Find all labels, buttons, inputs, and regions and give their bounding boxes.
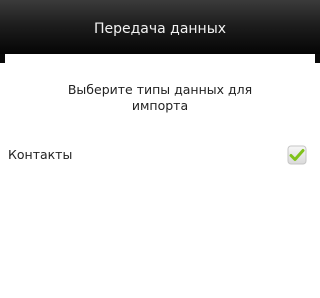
- title-bar: Передача данных: [0, 0, 320, 54]
- option-label-contacts: Контакты: [8, 147, 73, 162]
- corner-shade-right: [315, 54, 320, 63]
- option-row-contacts[interactable]: Контакты: [0, 137, 320, 173]
- import-prompt: Выберите типы данных для импорта: [67, 82, 253, 113]
- contacts-checkbox[interactable]: [287, 145, 307, 165]
- dialog-title: Передача данных: [93, 21, 227, 37]
- checkmark-icon: [287, 145, 307, 165]
